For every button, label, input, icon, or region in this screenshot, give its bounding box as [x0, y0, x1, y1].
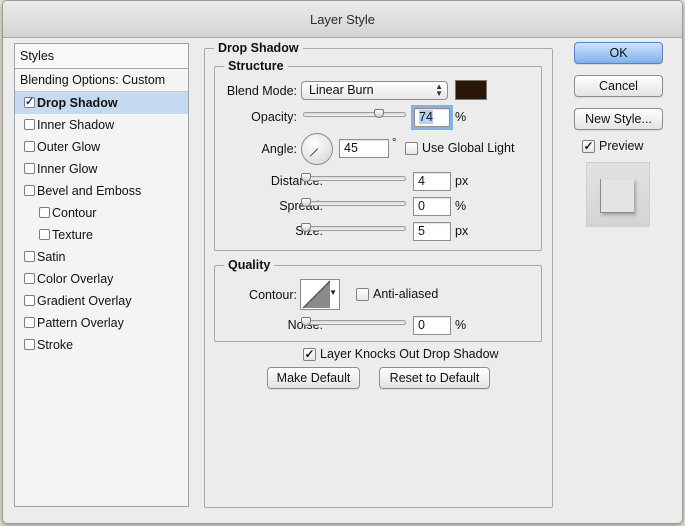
- angle-unit: °: [392, 137, 397, 149]
- style-item-outer-glow[interactable]: Outer Glow: [15, 136, 188, 158]
- angle-dial[interactable]: [301, 133, 333, 165]
- style-checkbox[interactable]: [24, 163, 35, 174]
- contour-dropdown-icon[interactable]: ▼: [329, 288, 337, 297]
- style-item-drop-shadow[interactable]: ✓ Drop Shadow: [15, 92, 188, 114]
- style-item-texture[interactable]: Texture: [15, 224, 188, 246]
- blend-mode-value: Linear Burn: [309, 83, 374, 97]
- quality-group: Quality Contour: ▼ Anti-aliased Noise: 0…: [214, 258, 542, 342]
- spread-input[interactable]: 0: [413, 197, 451, 216]
- contour-label: Contour:: [249, 288, 297, 302]
- noise-unit: %: [455, 318, 467, 332]
- style-checkbox[interactable]: [24, 251, 35, 262]
- noise-input[interactable]: 0: [413, 316, 451, 335]
- style-item-stroke[interactable]: Stroke: [15, 334, 188, 356]
- structure-group: Structure Blend Mode: Linear Burn ▲ ▼ Opa…: [214, 59, 542, 251]
- cancel-button[interactable]: Cancel: [574, 75, 663, 97]
- opacity-label: Opacity:: [251, 110, 297, 124]
- styles-list-header[interactable]: Styles: [15, 44, 188, 69]
- style-item-label: Inner Shadow: [37, 118, 115, 132]
- style-item-blending-options-custom[interactable]: Blending Options: Custom: [15, 69, 188, 92]
- new-style-button[interactable]: New Style...: [574, 108, 663, 130]
- select-arrows-icon: ▲ ▼: [435, 82, 443, 98]
- ok-button[interactable]: OK: [574, 42, 663, 64]
- style-item-label: Pattern Overlay: [37, 316, 124, 330]
- opacity-input[interactable]: 74: [411, 105, 453, 130]
- style-checkbox[interactable]: [24, 273, 35, 284]
- style-preview-thumbnail: [586, 162, 650, 227]
- window-title: Layer Style: [3, 1, 682, 38]
- style-checkbox[interactable]: [24, 119, 35, 130]
- size-slider-track[interactable]: [303, 226, 406, 231]
- distance-slider-track[interactable]: [303, 176, 406, 181]
- style-item-label: Stroke: [37, 338, 74, 352]
- blend-mode-label: Blend Mode:: [226, 84, 297, 98]
- angle-input[interactable]: 45: [339, 139, 389, 158]
- opacity-unit: %: [455, 110, 467, 124]
- preview-swatch: [600, 179, 634, 213]
- style-item-bevel-and-emboss[interactable]: Bevel and Emboss: [15, 180, 188, 202]
- style-item-label: Color Overlay: [37, 272, 114, 286]
- contour-picker[interactable]: ▼: [300, 279, 340, 310]
- reset-default-button[interactable]: Reset to Default: [379, 367, 490, 389]
- drop-shadow-title: Drop Shadow: [214, 41, 303, 56]
- quality-title: Quality: [224, 258, 275, 273]
- size-input[interactable]: 5: [413, 222, 451, 241]
- style-item-inner-shadow[interactable]: Inner Shadow: [15, 114, 188, 136]
- preview-checkbox[interactable]: ✓: [582, 140, 595, 153]
- size-unit: px: [455, 224, 469, 238]
- style-item-label: Blending Options: Custom: [20, 73, 166, 87]
- contour-preview-icon: [302, 280, 331, 309]
- global-light-label: Use Global Light: [422, 141, 515, 155]
- style-item-label: Gradient Overlay: [37, 294, 132, 308]
- style-item-label: Inner Glow: [37, 162, 98, 176]
- style-checkbox[interactable]: [24, 295, 35, 306]
- style-checkbox[interactable]: ✓: [24, 97, 35, 108]
- styles-list: Styles Blending Options: Custom ✓ Drop Sha…: [14, 43, 189, 507]
- anti-aliased-label: Anti-aliased: [373, 287, 439, 301]
- style-item-label: Drop Shadow: [37, 96, 118, 110]
- style-checkbox[interactable]: [24, 317, 35, 328]
- make-default-button[interactable]: Make Default: [267, 367, 360, 389]
- style-item-color-overlay[interactable]: Color Overlay: [15, 268, 188, 290]
- spread-slider-track[interactable]: [303, 201, 406, 206]
- structure-title: Structure: [224, 59, 288, 74]
- knockout-label: Layer Knocks Out Drop Shadow: [320, 347, 499, 361]
- angle-label: Angle:: [261, 142, 297, 156]
- style-item-label: Satin: [37, 250, 66, 264]
- style-checkbox[interactable]: [39, 207, 50, 218]
- style-item-contour[interactable]: Contour: [15, 202, 188, 224]
- style-item-label: Contour: [52, 206, 97, 220]
- distance-input[interactable]: 4: [413, 172, 451, 191]
- style-item-pattern-overlay[interactable]: Pattern Overlay: [15, 312, 188, 334]
- blend-mode-select[interactable]: Linear Burn ▲ ▼: [301, 81, 448, 100]
- global-light-checkbox[interactable]: [405, 142, 418, 155]
- preview-label: Preview: [599, 139, 644, 153]
- style-item-label: Bevel and Emboss: [37, 184, 142, 198]
- style-checkbox[interactable]: [24, 339, 35, 350]
- layer-style-dialog: Layer Style Styles Blending Options: Cus…: [2, 0, 683, 524]
- opacity-slider-track[interactable]: [303, 112, 406, 117]
- knockout-checkbox[interactable]: ✓: [303, 348, 316, 361]
- style-checkbox[interactable]: [24, 185, 35, 196]
- angle-dial-needle: [309, 148, 319, 157]
- style-item-gradient-overlay[interactable]: Gradient Overlay: [15, 290, 188, 312]
- noise-slider-track[interactable]: [303, 320, 406, 325]
- style-item-label: Texture: [52, 228, 93, 242]
- anti-aliased-checkbox[interactable]: [356, 288, 369, 301]
- spread-unit: %: [455, 199, 467, 213]
- style-checkbox[interactable]: [24, 141, 35, 152]
- style-item-satin[interactable]: Satin: [15, 246, 188, 268]
- style-item-inner-glow[interactable]: Inner Glow: [15, 158, 188, 180]
- shadow-color-swatch[interactable]: [455, 80, 487, 100]
- distance-unit: px: [455, 174, 469, 188]
- style-checkbox[interactable]: [39, 229, 50, 240]
- style-item-label: Outer Glow: [37, 140, 101, 154]
